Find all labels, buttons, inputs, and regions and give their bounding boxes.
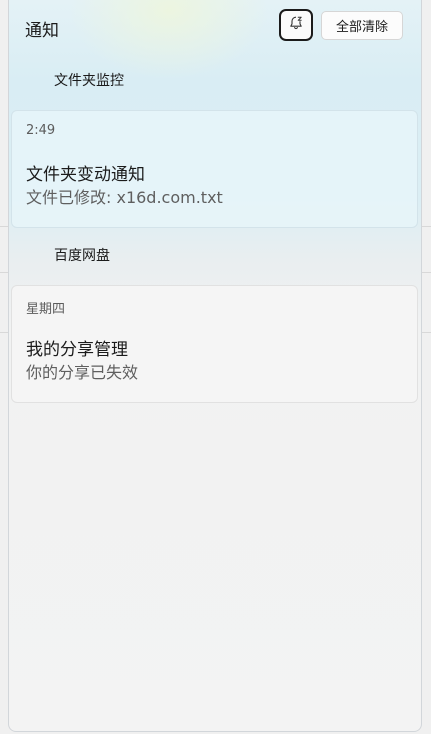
notification-time: 2:49 bbox=[26, 123, 56, 138]
clear-all-button[interactable]: 全部清除 bbox=[321, 11, 403, 40]
notification-title: 我的分享管理 bbox=[26, 340, 128, 360]
notification-card[interactable]: 2:49 文件夹变动通知 文件已修改: x16d.com.txt bbox=[11, 110, 418, 228]
panel-title: 通知 bbox=[25, 21, 59, 41]
notification-body: 你的分享已失效 bbox=[26, 363, 139, 382]
notification-title: 文件夹变动通知 bbox=[26, 165, 145, 185]
group-label-baidu-netdisk: 百度网盘 bbox=[54, 248, 110, 264]
notification-body: 文件已修改: x16d.com.txt bbox=[26, 188, 223, 207]
notification-time: 星期四 bbox=[26, 302, 66, 317]
bell-snooze-icon bbox=[288, 15, 304, 35]
notification-card[interactable]: 星期四 我的分享管理 你的分享已失效 bbox=[11, 285, 418, 403]
notification-center-panel: 通知 全部清除 文件夹监控 2:49 文件夹变动通知 文件已修改: x16d.c… bbox=[8, 0, 422, 732]
do-not-disturb-button[interactable] bbox=[279, 9, 313, 41]
group-label-folder-monitor: 文件夹监控 bbox=[54, 73, 124, 89]
